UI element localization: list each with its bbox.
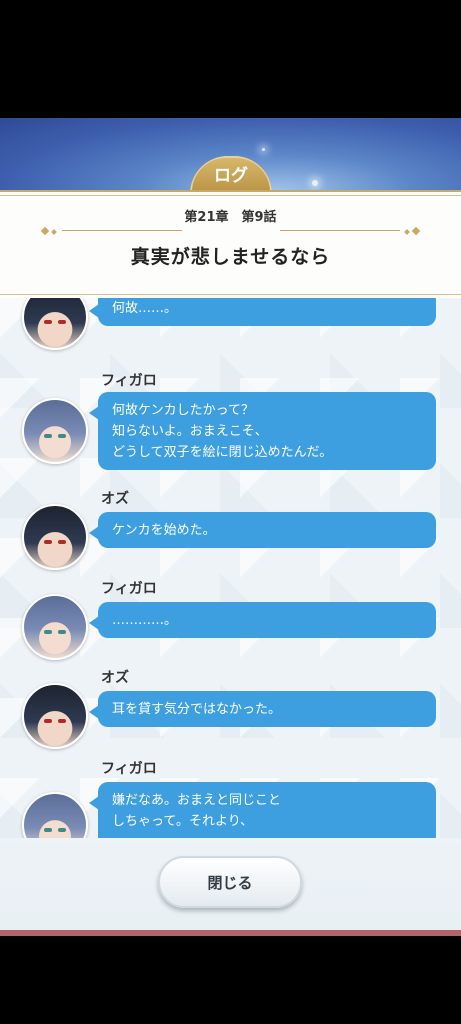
log-screen: ログ 第21章 第9話 真実が悲しませるなら 何故……。 フィガロ 何故ケンカし…: [0, 118, 461, 936]
log-list[interactable]: 何故……。 フィガロ 何故ケンカしたかって？ 知らないよ。おまえこそ、 どうして…: [0, 298, 461, 838]
oz-avatar: [22, 504, 88, 570]
chapter-line: 第21章 第9話: [184, 210, 277, 225]
speaker-name: フィガロ: [101, 761, 157, 777]
figaro-avatar: [22, 594, 88, 660]
speech-bubble: 何故ケンカしたかって？ 知らないよ。おまえこそ、 どうして双子を絵に閉じ込めたん…: [89, 392, 436, 470]
speaker-name: フィガロ: [101, 373, 157, 389]
speech-bubble: …………。: [89, 602, 436, 638]
ornament-left: [62, 226, 182, 236]
bottom-strip: [0, 930, 461, 936]
close-button[interactable]: 閉じる: [158, 856, 302, 908]
figaro-avatar: [22, 792, 88, 838]
oz-avatar: [22, 298, 88, 350]
speech-bubble: ケンカを始めた。: [89, 512, 436, 548]
figaro-avatar: [22, 398, 88, 464]
speech-bubble: 何故……。: [89, 298, 436, 326]
speaker-name: フィガロ: [101, 581, 157, 597]
speech-bubble: 嫌だなあ。おまえと同じこと しちゃって。それより、: [89, 782, 436, 838]
sparkle-icon: [312, 180, 318, 186]
episode-title: 真実が悲しませるなら: [130, 246, 331, 268]
speaker-name: オズ: [101, 491, 129, 507]
speaker-name: オズ: [101, 670, 129, 686]
ornament-right: [280, 226, 400, 236]
sparkle-icon: [262, 148, 265, 151]
oz-avatar: [22, 683, 88, 749]
speech-bubble: 耳を貸す気分ではなかった。: [89, 691, 436, 727]
